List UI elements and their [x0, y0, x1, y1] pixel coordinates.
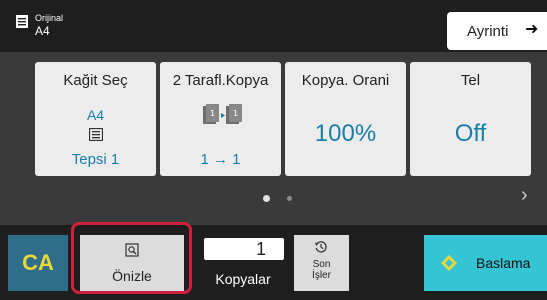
duplex-copy-value: 1 → 1	[200, 151, 241, 168]
paper-size-value: A4	[86, 107, 105, 123]
page-dot	[287, 196, 292, 201]
start-button[interactable]: Baslama	[424, 235, 547, 291]
preview-highlight-frame	[71, 222, 192, 294]
start-label: Baslama	[476, 255, 531, 271]
function-panel: Kağit Seç A4 Tepsi 1 2 Tarafl.Kopya 1 1	[0, 52, 547, 225]
original-label: Orijinal	[35, 13, 64, 23]
copies-control: 1 Kopyalar	[198, 235, 288, 291]
original-size-value: A4	[35, 24, 50, 38]
copies-label: Kopyalar	[215, 271, 271, 287]
duplex-copy-icon: 1 1	[203, 104, 242, 124]
arrow-right-icon: ➜	[525, 21, 539, 38]
detail-button[interactable]: Ayrinti ➜	[447, 12, 547, 50]
copies-value: 1	[255, 239, 266, 259]
svg-text:1: 1	[210, 109, 215, 118]
recent-jobs-button[interactable]: Son İşler	[294, 235, 349, 291]
job-history-icon	[315, 241, 327, 253]
copy-ratio-card[interactable]: Kopya. Orani 100%	[285, 62, 406, 176]
staple-title: Tel	[460, 72, 481, 89]
recent-jobs-label: Son İşler	[294, 259, 349, 281]
copy-home-screen: Orijinal A4 Ayrinti ➜ Kağit Seç A4 Tepsi…	[0, 0, 547, 300]
copy-ratio-title: Kopya. Orani	[301, 72, 390, 89]
page-indicator	[259, 195, 299, 203]
copies-field[interactable]: 1	[204, 238, 284, 260]
clear-all-button[interactable]: CA	[8, 235, 68, 291]
duplex-copy-title: 2 Tarafl.Kopya	[172, 72, 269, 89]
svg-text:1: 1	[233, 109, 238, 118]
paper-select-card[interactable]: Kağit Seç A4 Tepsi 1	[35, 62, 156, 176]
clear-all-label: CA	[22, 250, 54, 275]
top-bar: Orijinal A4 Ayrinti ➜	[0, 0, 547, 52]
staple-value: Off	[454, 120, 487, 147]
paper-select-title: Kağit Seç	[63, 72, 128, 89]
duplex-copy-card[interactable]: 2 Tarafl.Kopya 1 1 1 → 1	[160, 62, 281, 176]
page-dot-active	[263, 195, 270, 202]
paper-tray-value: Tepsi 1	[71, 151, 120, 168]
chevron-right-icon[interactable]: ›	[521, 185, 528, 205]
original-document-icon	[16, 15, 28, 28]
recent-jobs-label-line2: İşler	[312, 270, 331, 281]
staple-card[interactable]: Tel Off	[410, 62, 531, 176]
copy-ratio-value: 100%	[314, 120, 377, 147]
detail-button-label: Ayrinti	[467, 23, 509, 40]
paper-tray-icon	[89, 128, 103, 141]
start-diamond-icon	[441, 255, 457, 271]
recent-jobs-label-line1: Son	[312, 259, 331, 270]
